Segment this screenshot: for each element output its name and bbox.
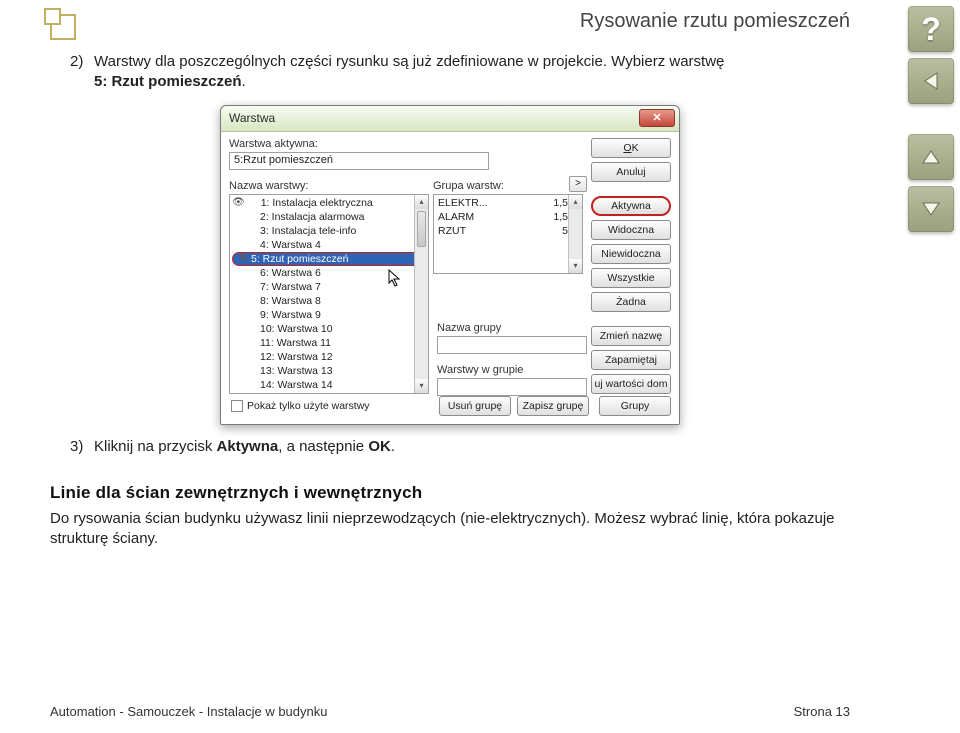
list-item: ALARM1,5 bbox=[434, 210, 582, 224]
list-item: 👁✎1: Instalacja elektryczna bbox=[230, 196, 428, 210]
group-name-label: Nazwa grupy bbox=[437, 322, 587, 334]
group-name-field[interactable] bbox=[437, 336, 587, 354]
rename-button[interactable]: Zmień nazwę bbox=[591, 326, 671, 346]
remember-button[interactable]: Zapamiętaj bbox=[591, 350, 671, 370]
step-2: 2)Warstwy dla poszczególnych części rysu… bbox=[70, 52, 850, 93]
dialog-titlebar[interactable]: Warstwa ✕ bbox=[221, 106, 679, 132]
scrollbar[interactable]: ▴ ▾ bbox=[568, 195, 582, 273]
cancel-button[interactable]: Anuluj bbox=[591, 162, 671, 182]
invisible-button[interactable]: Niewidoczna bbox=[591, 244, 671, 264]
group-label: Grupa warstw: bbox=[433, 180, 565, 192]
section-paragraph: Do rysowania ścian budynku używasz linii… bbox=[50, 509, 850, 550]
step-3: 3)Kliknij na przycisk Aktywna, a następn… bbox=[70, 437, 850, 457]
section-heading: Linie dla ścian zewnętrznych i wewnętrzn… bbox=[50, 483, 850, 503]
step-2-text-a: Warstwy dla poszczególnych części rysunk… bbox=[94, 53, 724, 70]
arrow-left-icon bbox=[917, 67, 945, 95]
layers-in-group-field[interactable] bbox=[437, 378, 587, 396]
arrow-up-icon bbox=[917, 143, 945, 171]
list-item: 👁✎4: Warstwa 4 bbox=[230, 238, 428, 252]
step-2-number: 2) bbox=[70, 52, 94, 72]
eye-icon: 👁 bbox=[232, 197, 245, 208]
step-3-number: 3) bbox=[70, 437, 94, 457]
help-button[interactable]: ? bbox=[908, 6, 954, 52]
active-layer-field[interactable]: 5:Rzut pomieszczeń bbox=[229, 152, 489, 170]
step-3-bold1: Aktywna bbox=[217, 438, 279, 455]
layer-name-label: Nazwa warstwy: bbox=[229, 180, 429, 192]
list-item: 👁✎2: Instalacja alarmowa bbox=[230, 210, 428, 224]
up-button[interactable] bbox=[908, 134, 954, 180]
list-item: ELEKTR...1,5 bbox=[434, 196, 582, 210]
arrow-down-icon bbox=[917, 195, 945, 223]
step-3-end: . bbox=[391, 438, 395, 455]
all-button[interactable]: Wszystkie bbox=[591, 268, 671, 288]
step-3-mid: , a następnie bbox=[278, 438, 368, 455]
page-corner-icon bbox=[50, 14, 76, 40]
active-button[interactable]: Aktywna bbox=[591, 196, 671, 216]
scrollbar[interactable]: ▴ ▾ bbox=[414, 195, 428, 393]
ok-button[interactable]: OK bbox=[591, 138, 671, 158]
layers-in-group-label: Warstwy w grupie bbox=[437, 364, 587, 376]
list-item: 👁✎10: Warstwa 10 bbox=[230, 322, 428, 336]
delete-group-button[interactable]: Usuń grupę bbox=[439, 396, 511, 416]
layer-dialog: Warstwa ✕ Warstwa aktywna: 5:Rzut pomies… bbox=[220, 105, 680, 425]
pencil-icon: ✎ bbox=[237, 253, 249, 265]
scroll-thumb[interactable] bbox=[417, 211, 426, 247]
page-title: Rysowanie rzutu pomieszczeń bbox=[76, 10, 850, 33]
show-used-checkbox[interactable] bbox=[231, 400, 243, 412]
visible-button[interactable]: Widoczna bbox=[591, 220, 671, 240]
list-item: 👁✎14: Warstwa 14 bbox=[230, 378, 428, 392]
defaults-button[interactable]: uj wartości dom bbox=[591, 374, 671, 394]
step-3-bold2: OK bbox=[368, 438, 391, 455]
step-3-a: Kliknij na przycisk bbox=[94, 438, 217, 455]
scroll-down-icon[interactable]: ▾ bbox=[569, 259, 582, 273]
list-item: 👁✎8: Warstwa 8 bbox=[230, 294, 428, 308]
dialog-title: Warstwa bbox=[229, 111, 275, 125]
save-group-button[interactable]: Zapisz grupę bbox=[517, 396, 589, 416]
list-item: 👁✎9: Warstwa 9 bbox=[230, 308, 428, 322]
list-item-selected: ✎5: Rzut pomieszczeń bbox=[232, 252, 426, 266]
back-button[interactable] bbox=[908, 58, 954, 104]
scroll-up-icon[interactable]: ▴ bbox=[569, 195, 582, 209]
none-button[interactable]: Żadna bbox=[591, 292, 671, 312]
list-item: RZUT5 bbox=[434, 224, 582, 238]
footer-right: Strona 13 bbox=[794, 704, 850, 719]
list-item: 👁✎3: Instalacja tele-info bbox=[230, 224, 428, 238]
footer-left: Automation - Samouczek - Instalacje w bu… bbox=[50, 704, 327, 719]
step-2-dot: . bbox=[242, 73, 246, 90]
scroll-down-icon[interactable]: ▾ bbox=[415, 379, 428, 393]
question-icon: ? bbox=[921, 11, 941, 48]
layer-list[interactable]: 👁✎1: Instalacja elektryczna 👁✎2: Instala… bbox=[229, 194, 429, 394]
group-arrow-button[interactable]: > bbox=[569, 176, 587, 192]
down-button[interactable] bbox=[908, 186, 954, 232]
close-icon[interactable]: ✕ bbox=[639, 109, 675, 127]
show-used-label: Pokaż tylko użyte warstwy bbox=[247, 400, 370, 412]
scroll-up-icon[interactable]: ▴ bbox=[415, 195, 428, 209]
group-list[interactable]: ELEKTR...1,5 ALARM1,5 RZUT5 ▴ ▾ bbox=[433, 194, 583, 274]
groups-button[interactable]: Grupy bbox=[599, 396, 671, 416]
list-item: 👁✎6: Warstwa 6 bbox=[230, 266, 428, 280]
list-item: 👁✎7: Warstwa 7 bbox=[230, 280, 428, 294]
step-2-layer: 5: Rzut pomieszczeń bbox=[94, 73, 242, 90]
list-item: 👁✎11: Warstwa 11 bbox=[230, 336, 428, 350]
list-item: 👁✎12: Warstwa 12 bbox=[230, 350, 428, 364]
list-item: 👁✎13: Warstwa 13 bbox=[230, 364, 428, 378]
